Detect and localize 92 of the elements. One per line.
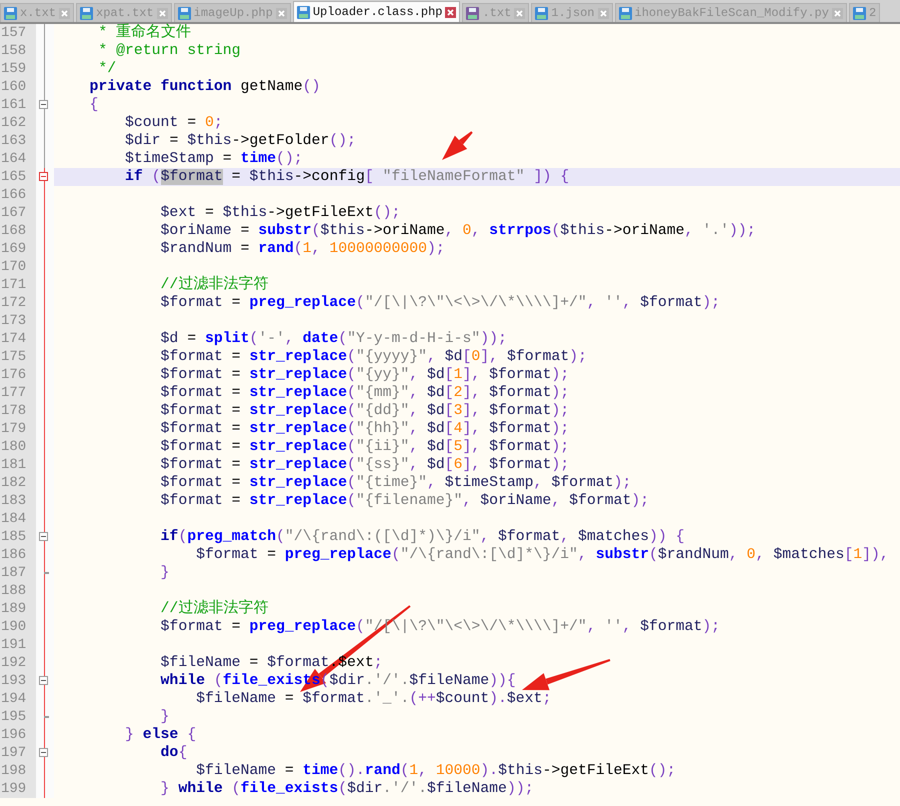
line-number: 187	[0, 564, 36, 582]
line-number: 193	[0, 672, 36, 690]
code-line: {	[88, 96, 98, 114]
line-number: 165	[0, 168, 36, 186]
file-tab[interactable]: imageUp.php	[174, 3, 291, 22]
line-number: 162	[0, 114, 36, 132]
code-line: * @return string	[97, 42, 240, 60]
line-number: 174	[0, 330, 36, 348]
close-icon[interactable]	[445, 6, 456, 18]
line-number: 177	[0, 384, 36, 402]
code-line: $format = str_replace("{ii}", $d[5], $format);	[160, 438, 570, 456]
code-line: } else {	[124, 726, 196, 744]
code-line: * 重命名文件	[97, 24, 192, 42]
line-number: 179	[0, 420, 36, 438]
line-number: 161	[0, 96, 36, 114]
code-line: $format = str_replace("{dd}", $d[3], $format);	[160, 402, 570, 420]
code-line: $format = str_replace("{yy}", $d[1], $format);	[160, 366, 570, 384]
code-line: //过滤非法字符	[160, 276, 268, 294]
code-line: }	[160, 564, 170, 582]
fold-toggle-icon[interactable]	[39, 172, 48, 181]
code-line: private function getName()	[88, 78, 320, 96]
code-line: $dir = $this->getFolder();	[124, 132, 356, 150]
code-line: $format = str_replace("{mm}", $d[2], $format);	[160, 384, 570, 402]
fold-toggle-icon[interactable]	[39, 676, 48, 685]
code-line: $count = 0;	[124, 114, 223, 132]
file-tab[interactable]: Uploader.class.php	[292, 1, 460, 22]
code-line: $format = preg_replace("/\{rand\:[\d]*\}/i", substr($randNum, 0, $matches[1]),	[195, 546, 889, 564]
line-number: 159	[0, 60, 36, 78]
code-line: $format = str_replace("{time}", $timeStamp, $format);	[160, 474, 632, 492]
code-line: }	[160, 708, 170, 726]
line-number: 190	[0, 618, 36, 636]
line-number: 183	[0, 492, 36, 510]
line-number: 171	[0, 276, 36, 294]
line-number: 194	[0, 690, 36, 708]
line-number: 191	[0, 636, 36, 654]
code-line: $oriName = substr($this->oriName, 0, strrpos($this->oriName, '.'));	[160, 222, 756, 240]
line-number: 158	[0, 42, 36, 60]
code-line: $fileName = time().rand(1, 10000).$this->getFileExt();	[195, 762, 676, 780]
code-line: $format = str_replace("{ss}", $d[6], $format);	[160, 456, 570, 474]
code-line: $d = split('-', date("Y-y-m-d-H-i-s"));	[160, 330, 507, 348]
code-line: $format = str_replace("{filename}", $oriName, $format);	[160, 492, 650, 510]
line-number: 186	[0, 546, 36, 564]
line-number: 181	[0, 456, 36, 474]
file-tab[interactable]: xpat.txt	[76, 3, 172, 22]
line-number: 169	[0, 240, 36, 258]
line-number: 163	[0, 132, 36, 150]
file-tab[interactable]: 2	[848, 3, 880, 22]
arrow	[442, 131, 473, 160]
line-number: 185	[0, 528, 36, 546]
line-number: 184	[0, 510, 36, 528]
code-line: */	[97, 60, 116, 78]
line-number: 164	[0, 150, 36, 168]
line-number: 173	[0, 312, 36, 330]
code-line: //过滤非法字符	[160, 600, 268, 618]
line-number: 157	[0, 24, 36, 42]
code-line: } while (file_exists($dir.'/'.$fileName));	[160, 780, 534, 798]
line-number: 180	[0, 438, 36, 456]
file-tab[interactable]: 1.json	[531, 3, 612, 22]
line-number: 178	[0, 402, 36, 420]
code-line: if(preg_match("/\{rand\:([\d]*)\}/i", $format, $matches)) {	[160, 528, 685, 546]
fold-toggle-icon[interactable]	[39, 532, 48, 541]
line-number: 166	[0, 186, 36, 204]
fold-toggle-icon[interactable]	[39, 748, 48, 757]
line-number: 188	[0, 582, 36, 600]
file-tab[interactable]: .txt	[462, 3, 530, 22]
code-line: do{	[160, 744, 188, 762]
code-line: $randNum = rand(1, 10000000000);	[160, 240, 445, 258]
line-number: 175	[0, 348, 36, 366]
line-number: 189	[0, 600, 36, 618]
code-line: $timeStamp = time();	[124, 150, 303, 168]
file-tab[interactable]: ihoneyBakFileScan_Modify.py	[614, 3, 847, 22]
code-line: $ext = $this->getFileExt();	[160, 204, 400, 222]
line-number: 176	[0, 366, 36, 384]
line-number: 172	[0, 294, 36, 312]
line-number: 196	[0, 726, 36, 744]
line-number: 170	[0, 258, 36, 276]
code-line: $format = preg_replace("/[\|\?\"\<\>\/\*\\\\]+/", '', $format);	[160, 294, 720, 312]
line-number: 167	[0, 204, 36, 222]
line-number: 199	[0, 780, 36, 798]
line-number: 197	[0, 744, 36, 762]
code-line: $format = str_replace("{yyyy}", $d[0], $format);	[160, 348, 587, 366]
code-line: $fileName = $format.'_'.(++$count).$ext;	[195, 690, 552, 708]
line-number: 195	[0, 708, 36, 726]
file-tab[interactable]: x.txt	[0, 3, 74, 22]
line-number: 198	[0, 762, 36, 780]
line-number: 168	[0, 222, 36, 240]
code-line: $format = str_replace("{hh}", $d[4], $format);	[160, 420, 570, 438]
code-line: if ($format = $this->config[ "fileNameFormat" ]) {	[124, 168, 570, 186]
line-number: 182	[0, 474, 36, 492]
fold-toggle-icon[interactable]	[39, 100, 48, 109]
line-number: 192	[0, 654, 36, 672]
line-number: 160	[0, 78, 36, 96]
